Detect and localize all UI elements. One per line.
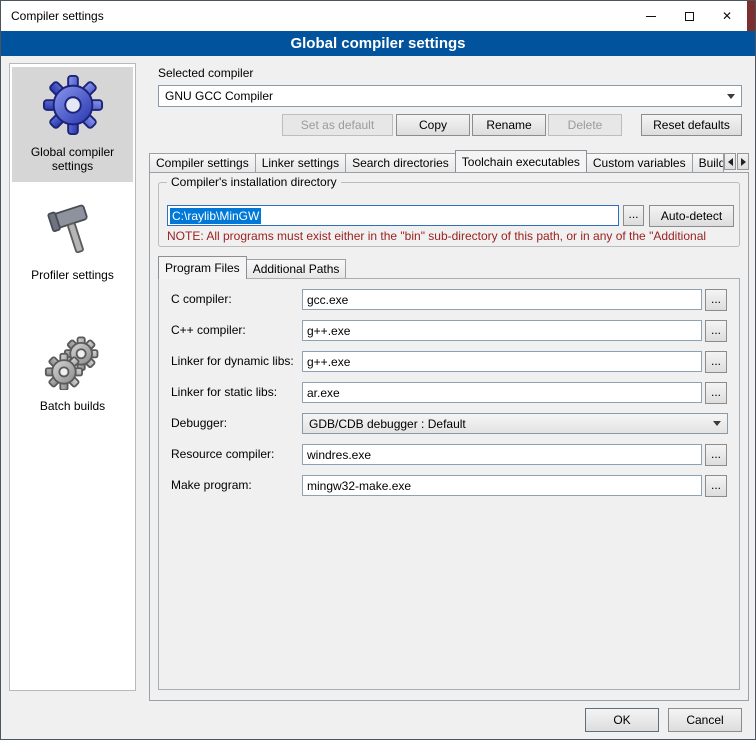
browse-directory-button[interactable]: ... — [623, 205, 644, 226]
delete-button: Delete — [548, 114, 622, 136]
set-as-default-button: Set as default — [282, 114, 393, 136]
sidebar-item-batch-builds[interactable]: Batch builds — [12, 325, 133, 422]
debugger-select[interactable]: GDB/CDB debugger : Default — [302, 413, 728, 434]
dialog-header: Global compiler settings — [1, 31, 755, 56]
form-row-c-compiler: C compiler: ... — [158, 289, 740, 311]
tab-build-options[interactable]: Build — [692, 153, 724, 172]
window-controls: ✕ — [632, 1, 746, 31]
field-label: C++ compiler: — [171, 320, 246, 341]
close-button[interactable]: ✕ — [708, 1, 746, 31]
group-title: Compiler's installation directory — [167, 175, 341, 189]
field-label: Debugger: — [171, 413, 227, 434]
browse-button[interactable]: ... — [705, 382, 727, 404]
sidebar-item-label: Batch builds — [14, 399, 131, 413]
browse-button[interactable]: ... — [705, 351, 727, 373]
screen-edge-artifact — [747, 1, 755, 31]
sidebar-item-label: Global compiler settings — [14, 145, 131, 173]
field-label: Linker for static libs: — [171, 382, 277, 403]
resource-compiler-input[interactable] — [302, 444, 702, 465]
profiler-hammer-icon — [44, 201, 102, 259]
minimize-button[interactable] — [632, 1, 670, 31]
subtab-program-files[interactable]: Program Files — [158, 256, 247, 279]
form-row-debugger: Debugger: GDB/CDB debugger : Default — [158, 413, 740, 435]
form-row-static-linker: Linker for static libs: ... — [158, 382, 740, 404]
tab-scroll-right-button[interactable] — [737, 153, 749, 170]
dropdown-arrow-icon — [722, 87, 740, 105]
field-label: Linker for dynamic libs: — [171, 351, 294, 372]
selected-path-text: C:\raylib\MinGW — [170, 208, 261, 224]
auto-detect-button[interactable]: Auto-detect — [649, 205, 734, 227]
dropdown-arrow-icon — [708, 415, 726, 432]
selected-compiler-label: Selected compiler — [158, 66, 253, 80]
minimize-icon — [646, 16, 656, 17]
tab-toolchain-executables[interactable]: Toolchain executables — [455, 150, 587, 172]
sidebar-item-global-compiler-settings[interactable]: Global compiler settings — [12, 67, 133, 182]
ok-button[interactable]: OK — [585, 708, 659, 732]
make-program-input[interactable] — [302, 475, 702, 496]
browse-button[interactable]: ... — [705, 289, 727, 311]
form-row-dynamic-linker: Linker for dynamic libs: ... — [158, 351, 740, 373]
browse-button[interactable]: ... — [705, 320, 727, 342]
reset-defaults-button[interactable]: Reset defaults — [641, 114, 742, 136]
form-row-resource-compiler: Resource compiler: ... — [158, 444, 740, 466]
tab-scroll-left-button[interactable] — [724, 153, 736, 170]
field-label: Make program: — [171, 475, 252, 496]
cancel-button[interactable]: Cancel — [668, 708, 742, 732]
program-files-tabstrip: Program Files Additional Paths — [158, 256, 346, 278]
field-label: C compiler: — [171, 289, 232, 310]
window-title: Compiler settings — [11, 1, 104, 31]
tab-compiler-settings[interactable]: Compiler settings — [149, 153, 256, 172]
browse-button[interactable]: ... — [705, 444, 727, 466]
c-compiler-input[interactable] — [302, 289, 702, 310]
compiler-settings-window: Compiler settings ✕ Global compiler sett… — [0, 0, 756, 740]
gray-gears-icon — [44, 332, 102, 390]
compiler-select[interactable]: GNU GCC Compiler — [158, 85, 742, 107]
sidebar-item-label: Profiler settings — [14, 268, 131, 282]
titlebar[interactable]: Compiler settings ✕ — [1, 1, 755, 31]
copy-button[interactable]: Copy — [396, 114, 470, 136]
maximize-icon — [685, 12, 694, 21]
form-row-cpp-compiler: C++ compiler: ... — [158, 320, 740, 342]
compiler-select-value: GNU GCC Compiler — [165, 86, 273, 106]
installation-directory-input[interactable]: C:\raylib\MinGW — [167, 205, 619, 226]
form-row-make-program: Make program: ... — [158, 475, 740, 497]
subtab-additional-paths[interactable]: Additional Paths — [246, 259, 347, 278]
categories-sidebar: Global compiler settings Profiler settin… — [9, 63, 136, 691]
sidebar-item-profiler-settings[interactable]: Profiler settings — [12, 194, 133, 291]
tab-search-directories[interactable]: Search directories — [345, 153, 456, 172]
rename-button[interactable]: Rename — [472, 114, 546, 136]
close-icon: ✕ — [722, 9, 732, 23]
cpp-compiler-input[interactable] — [302, 320, 702, 341]
browse-button[interactable]: ... — [705, 475, 727, 497]
blue-gear-icon — [42, 74, 104, 136]
static-libs-linker-input[interactable] — [302, 382, 702, 403]
settings-tabstrip: Compiler settings Linker settings Search… — [149, 150, 724, 172]
maximize-button[interactable] — [670, 1, 708, 31]
left-arrow-icon — [728, 158, 733, 166]
field-label: Resource compiler: — [171, 444, 274, 465]
debugger-select-value: GDB/CDB debugger : Default — [309, 414, 466, 433]
tab-custom-variables[interactable]: Custom variables — [586, 153, 693, 172]
right-arrow-icon — [741, 158, 746, 166]
note-text: NOTE: All programs must exist either in … — [167, 229, 740, 243]
tab-linker-settings[interactable]: Linker settings — [255, 153, 346, 172]
dynamic-libs-linker-input[interactable] — [302, 351, 702, 372]
